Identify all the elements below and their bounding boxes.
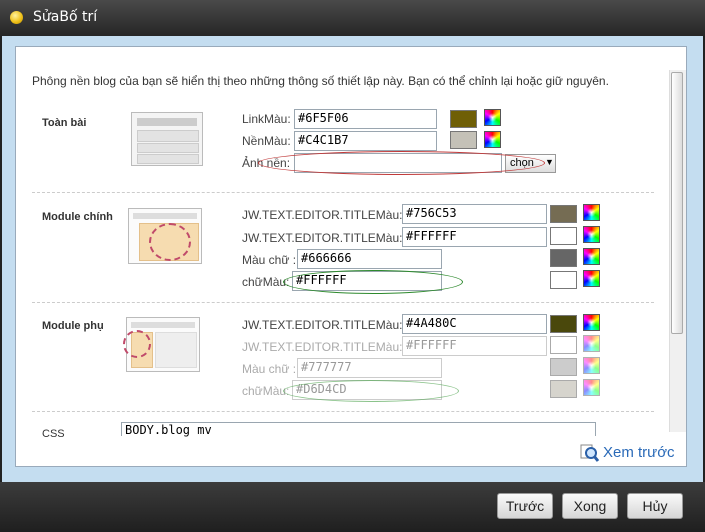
scrollbar-thumb[interactable] [671,72,683,334]
highlight-ellipse [258,151,545,175]
color-picker-icon[interactable] [583,248,600,265]
side-title2-color-input[interactable]: #FFFFFF [402,336,547,356]
color-picker-icon[interactable] [583,204,600,221]
title2-color-label: JW.TEXT.EDITOR.TITLEMàu: [242,231,403,245]
side-title-color-swatch[interactable] [550,315,577,333]
bg-color-label: NềnMàu: [242,134,291,148]
magnifier-icon [580,444,600,462]
done-button[interactable]: Xong [562,493,618,519]
color-picker-icon[interactable] [583,314,600,331]
text-color-swatch[interactable] [550,249,577,267]
side-title-color-input[interactable]: #4A480C [402,314,547,334]
side-title2-color-swatch[interactable] [550,336,577,354]
section-label-css: CSS [42,428,65,440]
side-text-color-swatch[interactable] [550,358,577,376]
side-chu-color-swatch[interactable] [550,380,577,398]
layout-thumbnail-side [123,317,200,372]
css-textarea[interactable]: BODY.blog mv [121,422,596,437]
preview-link[interactable]: Xem trước [580,442,680,464]
section-label-toan-bai: Toàn bài [42,117,87,129]
text-color-input[interactable]: #666666 [297,249,442,269]
side-text-color-input[interactable]: #777777 [297,358,442,378]
chevron-down-icon: ▼ [545,157,554,167]
window-titlebar: SửaBố trí [0,0,705,37]
link-color-label: LinkMàu: [242,112,291,126]
side-text-color-label: Màu chữ : [242,362,297,376]
color-picker-icon[interactable] [583,379,600,396]
bg-color-input[interactable]: #C4C1B7 [294,131,437,151]
color-picker-icon[interactable] [484,131,501,148]
title2-color-input[interactable]: #FFFFFF [402,227,547,247]
color-picker-icon[interactable] [583,226,600,243]
layout-thumbnail-full [131,112,203,166]
section-divider [32,302,654,303]
cancel-button[interactable]: Hủy [627,493,683,519]
title-color-swatch[interactable] [550,205,577,223]
section-divider [32,411,654,412]
chu-color-swatch[interactable] [550,271,577,289]
section-label-module-phu: Module phụ [42,320,104,332]
color-picker-icon[interactable] [583,270,600,287]
title-color-label: JW.TEXT.EDITOR.TITLEMàu: [242,208,403,222]
color-picker-icon[interactable] [484,109,501,126]
side-title2-color-label: JW.TEXT.EDITOR.TITLEMàu: [242,340,403,354]
highlight-ellipse [283,270,463,294]
window-status-icon [10,11,23,24]
color-picker-icon[interactable] [583,335,600,352]
preview-label: Xem trước [603,444,675,461]
side-title-color-label: JW.TEXT.EDITOR.TITLEMàu: [242,318,403,332]
title2-color-swatch[interactable] [550,227,577,245]
panel-description: Phông nền blog của bạn sẽ hiển thị theo … [32,74,609,88]
text-color-label: Màu chữ : [242,253,297,267]
title-color-input[interactable]: #756C53 [402,204,547,224]
bg-color-swatch[interactable] [450,131,477,149]
window-title: SửaBố trí [33,9,98,25]
layout-thumbnail-main [128,208,202,264]
back-button[interactable]: Trước [497,493,553,519]
highlight-ellipse [283,380,459,402]
section-divider [32,192,654,193]
link-color-swatch[interactable] [450,110,477,128]
section-label-module-chinh: Module chính [42,211,113,223]
color-picker-icon[interactable] [583,357,600,374]
link-color-input[interactable]: #6F5F06 [294,109,437,129]
